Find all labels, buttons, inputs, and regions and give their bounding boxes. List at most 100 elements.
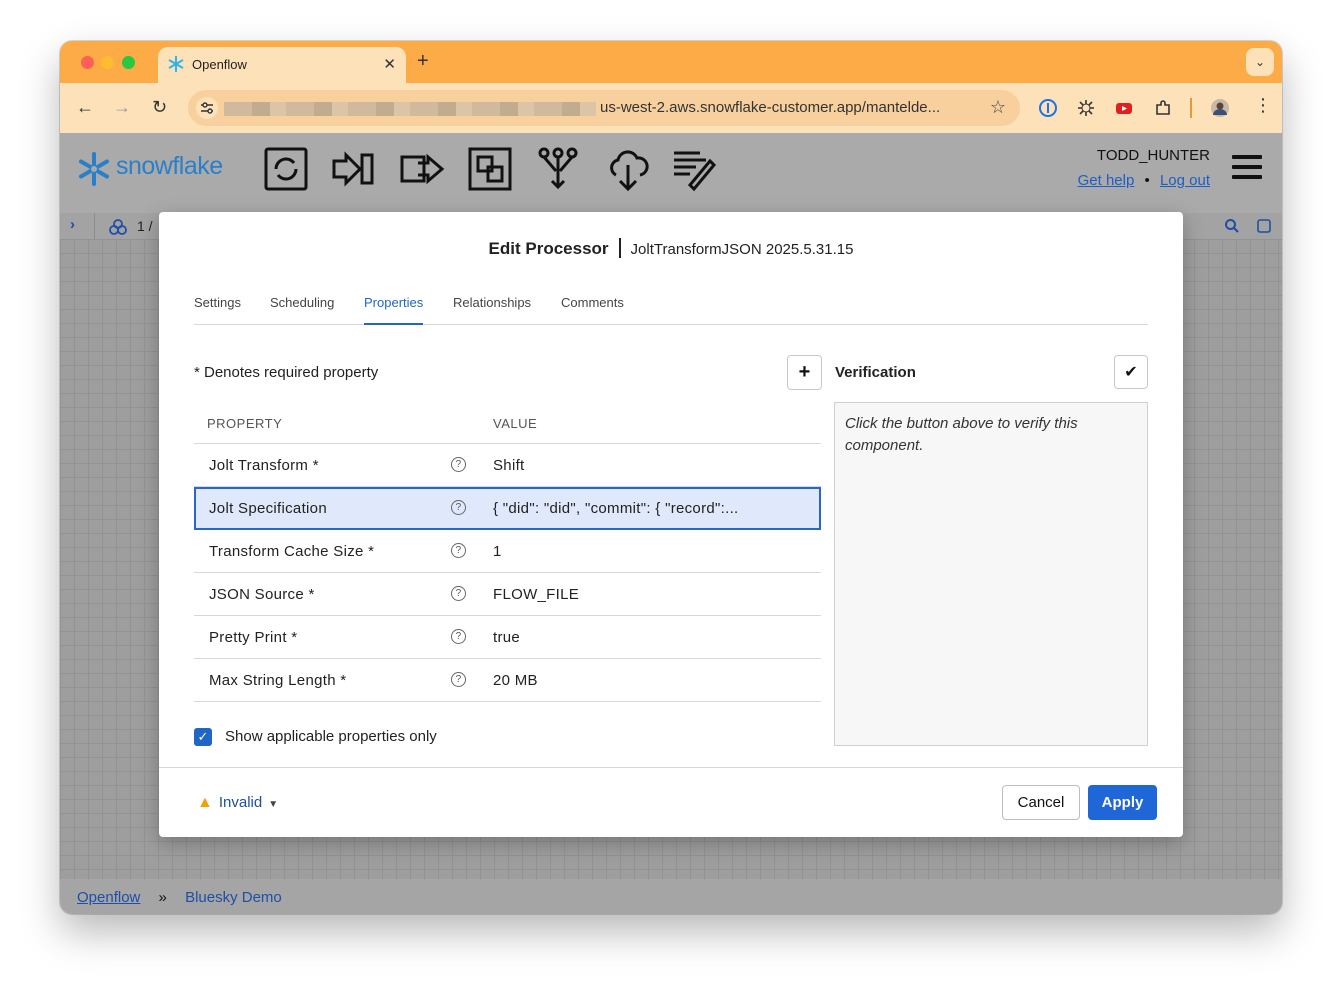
get-help-link[interactable]: Get help [1078, 172, 1135, 189]
tab-title: Openflow [192, 57, 247, 72]
output-port-icon[interactable] [398, 145, 446, 193]
required-note: * Denotes required property [194, 364, 379, 381]
verification-title: Verification [835, 364, 916, 381]
verification-hint: Click the button above to verify this co… [845, 415, 1078, 454]
tab-settings[interactable]: Settings [194, 295, 241, 325]
sunburst-extension-icon[interactable] [1076, 98, 1096, 118]
app-header: snowflake TODD_HUNTER Get help • Log out [60, 133, 1282, 213]
help-icon[interactable]: ? [451, 500, 466, 515]
property-value[interactable]: FLOW_FILE [493, 586, 579, 603]
browser-tab[interactable]: Openflow ✕ [158, 47, 406, 83]
property-name: Transform Cache Size * [209, 543, 375, 560]
openflow-root-link[interactable]: Openflow [77, 889, 140, 906]
help-icon[interactable]: ? [451, 543, 466, 558]
browser-toolbar: ← → ↻ us-west-2.aws.snowflake-customer.a… [60, 83, 1282, 133]
table-row[interactable]: JSON Source * ? FLOW_FILE [194, 573, 821, 616]
search-icon[interactable] [1224, 218, 1240, 234]
tab-search-chevron-icon[interactable]: ⌄ [1246, 48, 1274, 76]
cancel-button[interactable]: Cancel [1002, 785, 1080, 820]
blurred-url-prefix [224, 102, 596, 116]
snowflake-logo-icon [79, 152, 109, 186]
tab-relationships[interactable]: Relationships [453, 295, 531, 325]
extensions-puzzle-icon[interactable] [1153, 98, 1173, 118]
breadcrumb-separator: » [158, 889, 167, 906]
help-icon[interactable]: ? [451, 672, 466, 687]
help-icon[interactable]: ? [451, 629, 466, 644]
help-icon[interactable]: ? [451, 457, 466, 472]
bookmark-star-icon[interactable]: ☆ [990, 97, 1006, 118]
property-name: Jolt Transform * [209, 457, 319, 474]
table-row[interactable]: Jolt Transform * ? Shift [194, 444, 821, 487]
verify-button[interactable]: ✔ [1114, 355, 1148, 389]
crumb-divider [94, 213, 95, 239]
logout-link[interactable]: Log out [1160, 172, 1210, 189]
close-tab-icon[interactable]: ✕ [383, 55, 396, 73]
input-port-icon[interactable] [330, 145, 378, 193]
label-icon[interactable] [670, 145, 718, 193]
close-window-button[interactable] [81, 56, 94, 69]
new-tab-button[interactable]: + [417, 50, 429, 73]
back-arrow-icon[interactable]: ← [76, 97, 94, 118]
validation-status-dropdown[interactable]: ▲ Invalid ▼ [197, 794, 278, 812]
maximize-window-button[interactable] [122, 56, 135, 69]
tab-comments[interactable]: Comments [561, 295, 624, 325]
process-group-stack-icon [109, 219, 127, 235]
password-manager-icon[interactable] [1038, 98, 1058, 118]
youtube-extension-icon[interactable] [1114, 98, 1134, 118]
help-icon[interactable]: ? [451, 586, 466, 601]
snowflake-favicon-icon [168, 55, 184, 73]
hamburger-menu-icon[interactable] [1232, 155, 1262, 185]
add-property-button[interactable]: + [787, 355, 822, 390]
property-name: Jolt Specification [209, 500, 327, 517]
table-row-selected[interactable]: Jolt Specification ? { "did": "did", "co… [194, 487, 821, 530]
property-name: Pretty Print * [209, 629, 298, 646]
toolbar-divider [1190, 98, 1192, 118]
dialog-footer: ▲ Invalid ▼ Cancel Apply [159, 767, 1183, 837]
link-separator: • [1144, 172, 1150, 189]
username: TODD_HUNTER [1096, 147, 1210, 164]
property-value[interactable]: 1 [493, 543, 502, 560]
property-value[interactable]: true [493, 629, 520, 646]
dialog-tabs: Settings Scheduling Properties Relations… [194, 295, 1148, 325]
minimize-window-button[interactable] [101, 56, 114, 69]
dialog-title-row: Edit Processor JoltTransformJSON 2025.5.3… [159, 238, 1183, 259]
table-row[interactable]: Transform Cache Size * ? 1 [194, 530, 821, 573]
show-applicable-label: Show applicable properties only [225, 728, 437, 745]
reload-icon[interactable]: ↻ [152, 97, 167, 118]
tab-properties[interactable]: Properties [364, 295, 424, 325]
table-header: PROPERTY VALUE [194, 402, 821, 444]
tab-scheduling[interactable]: Scheduling [270, 295, 334, 325]
property-name: JSON Source * [209, 586, 315, 603]
column-value: VALUE [493, 416, 538, 431]
bulletin-board-icon[interactable] [1256, 218, 1272, 234]
processor-icon[interactable] [262, 145, 310, 193]
header-links: Get help • Log out [1078, 172, 1210, 189]
forward-arrow-icon[interactable]: → [113, 97, 131, 118]
funnel-icon[interactable] [534, 145, 582, 193]
url-text: us-west-2.aws.snowflake-customer.app/man… [600, 99, 941, 116]
crumb-page: 1 / [137, 218, 153, 234]
profile-avatar[interactable] [1210, 98, 1230, 118]
address-bar[interactable]: us-west-2.aws.snowflake-customer.app/man… [188, 90, 1020, 126]
dialog-subtitle: JoltTransformJSON 2025.5.31.15 [630, 241, 854, 258]
table-row[interactable]: Pretty Print * ? true [194, 616, 821, 659]
property-value[interactable]: Shift [493, 457, 525, 474]
warning-icon: ▲ [197, 794, 213, 811]
property-value[interactable]: 20 MB [493, 672, 538, 689]
table-row[interactable]: Max String Length * ? 20 MB [194, 659, 821, 702]
apply-button[interactable]: Apply [1088, 785, 1157, 820]
snowflake-logo-text: snowflake [116, 152, 223, 180]
edit-processor-dialog: Edit Processor JoltTransformJSON 2025.5.3… [159, 212, 1183, 837]
current-group: Bluesky Demo [185, 889, 282, 906]
dialog-title: Edit Processor [488, 239, 609, 258]
property-value[interactable]: { "did": "did", "commit": { "record":... [493, 500, 739, 517]
title-divider [618, 238, 621, 258]
show-applicable-checkbox[interactable]: ✓ [194, 728, 212, 746]
expand-chevron-icon[interactable]: › [70, 216, 75, 233]
verification-panel: Click the button above to verify this co… [834, 402, 1148, 746]
remote-process-group-icon[interactable] [604, 145, 652, 193]
caret-down-icon: ▼ [268, 799, 279, 810]
browser-menu-icon[interactable]: ⋮ [1254, 95, 1272, 116]
process-group-icon[interactable] [466, 145, 514, 193]
site-settings-icon[interactable] [196, 97, 218, 119]
